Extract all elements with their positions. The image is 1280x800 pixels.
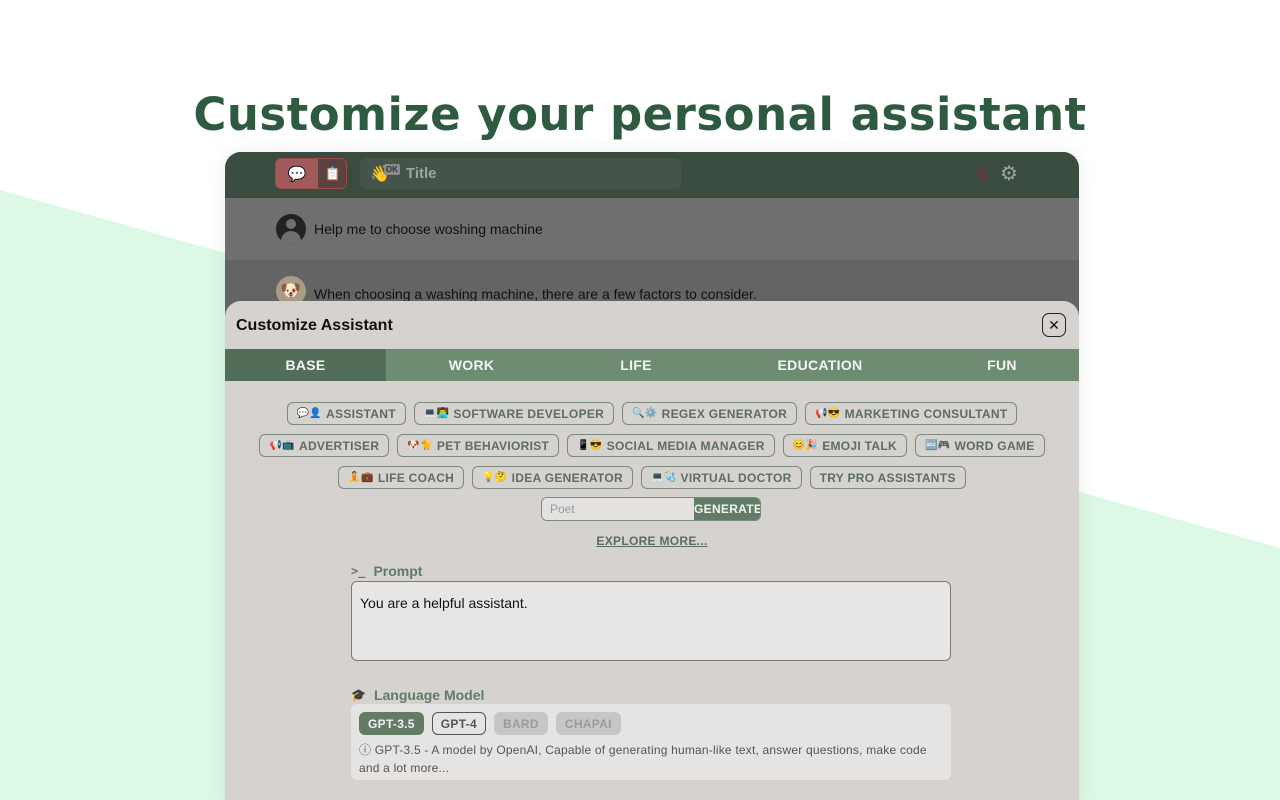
- prompt-textarea[interactable]: [351, 581, 951, 661]
- page-headline: Customize your personal assistant: [193, 88, 1087, 141]
- model-chapai-button: CHAPAI: [555, 712, 621, 735]
- model-gpt-3-5-button[interactable]: GPT-3.5: [359, 712, 424, 735]
- assistant-message-text: When choosing a washing machine, there a…: [314, 286, 757, 302]
- model-bard-button: BARD: [493, 712, 548, 735]
- chat-title-field[interactable]: 👋 OK Title: [360, 158, 681, 189]
- top-bar: 💬 📋 👋 OK Title 🎙 ⚙: [225, 152, 1079, 198]
- assistant-row-2: 📢📺 ADVERTISER 🐶🐈 PET BEHAVIORIST 📱😎 SOCIAL …: [225, 434, 1079, 457]
- user-avatar-icon: [276, 214, 306, 244]
- assistant-chip-virtual-doctor[interactable]: 💻🩺 VIRTUAL DOCTOR: [641, 466, 802, 489]
- document-icon[interactable]: 📋: [318, 159, 346, 188]
- tab-work[interactable]: WORK: [386, 349, 557, 381]
- try-pro-assistants-button[interactable]: TRY PRO ASSISTANTS: [809, 466, 966, 489]
- language-model-label: 🎓 Language Model: [351, 687, 485, 703]
- assistant-chip-advertiser[interactable]: 📢📺 ADVERTISER: [259, 434, 390, 457]
- assistant-chip-idea-generator[interactable]: 💡🤔 IDEA GENERATOR: [472, 466, 633, 489]
- generator-input[interactable]: [542, 498, 694, 520]
- tab-fun[interactable]: FUN: [925, 349, 1079, 381]
- model-gpt-4-button[interactable]: GPT-4: [431, 712, 486, 735]
- assistant-row-1: 💬👤 ASSISTANT 💻👨‍💻 SOFTWARE DEVELOPER 🔍⚙️ RE…: [225, 402, 1079, 425]
- graduation-cap-icon: 🎓: [351, 688, 366, 702]
- customize-assistant-panel: Customize Assistant ✕ BASE WORK LIFE EDU…: [225, 301, 1079, 800]
- chat-title: Title: [405, 165, 437, 182]
- assistant-generator: GENERATE: [541, 497, 761, 521]
- generate-button[interactable]: GENERATE: [694, 498, 760, 520]
- app-window: 💬 📋 👋 OK Title 🎙 ⚙ Help me to choose wos…: [225, 152, 1079, 800]
- microphone-icon[interactable]: 🎙: [973, 165, 991, 182]
- terminal-icon: >_: [351, 564, 366, 578]
- gear-icon[interactable]: ⚙: [1000, 161, 1018, 186]
- assistant-chip-software-developer[interactable]: 💻👨‍💻 SOFTWARE DEVELOPER: [413, 402, 615, 425]
- tab-education[interactable]: EDUCATION: [715, 349, 925, 381]
- user-message: Help me to choose woshing machine: [225, 198, 1079, 260]
- close-icon[interactable]: ✕: [1042, 313, 1066, 337]
- tab-life[interactable]: LIFE: [557, 349, 715, 381]
- tab-base[interactable]: BASE: [225, 349, 386, 381]
- mode-toggle: 💬 📋: [275, 158, 347, 189]
- assistant-row-3: 🧘💼 LIFE COACH 💡🤔 IDEA GENERATOR 💻🩺 VIRTUAL …: [225, 466, 1079, 489]
- category-tabs: BASE WORK LIFE EDUCATION FUN: [225, 349, 1079, 381]
- language-model-options: GPT-3.5 GPT-4 BARD CHAPAI: [359, 712, 621, 735]
- model-description: ⓘ GPT-3.5 - A model by OpenAI, Capable o…: [359, 743, 927, 775]
- assistant-chip-word-game[interactable]: 🔤🎮 WORD GAME: [914, 434, 1045, 457]
- assistant-chip-regex-generator[interactable]: 🔍⚙️ REGEX GENERATOR: [622, 402, 798, 425]
- assistant-chip-life-coach[interactable]: 🧘💼 LIFE COACH: [338, 466, 465, 489]
- speech-bubble-icon[interactable]: 💬: [276, 159, 318, 188]
- assistant-chip-marketing-consultant[interactable]: 📢😎 MARKETING CONSULTANT: [805, 402, 1018, 425]
- assistant-chip-pet-behaviorist[interactable]: 🐶🐈 PET BEHAVIORIST: [397, 434, 560, 457]
- prompt-label: >_ Prompt: [351, 563, 423, 579]
- explore-more-link[interactable]: EXPLORE MORE...: [225, 534, 1079, 548]
- assistant-chip-social-media-manager[interactable]: 📱😎 SOCIAL MEDIA MANAGER: [567, 434, 775, 457]
- assistant-chip-assistant[interactable]: 💬👤 ASSISTANT: [286, 402, 406, 425]
- user-message-text: Help me to choose woshing machine: [314, 221, 543, 237]
- language-model-box: GPT-3.5 GPT-4 BARD CHAPAI ⓘ GPT-3.5 - A …: [351, 704, 951, 780]
- panel-title: Customize Assistant: [236, 317, 393, 334]
- ok-badge: OK: [383, 164, 400, 175]
- assistant-chip-emoji-talk[interactable]: 😊🎉 EMOJI TALK: [782, 434, 907, 457]
